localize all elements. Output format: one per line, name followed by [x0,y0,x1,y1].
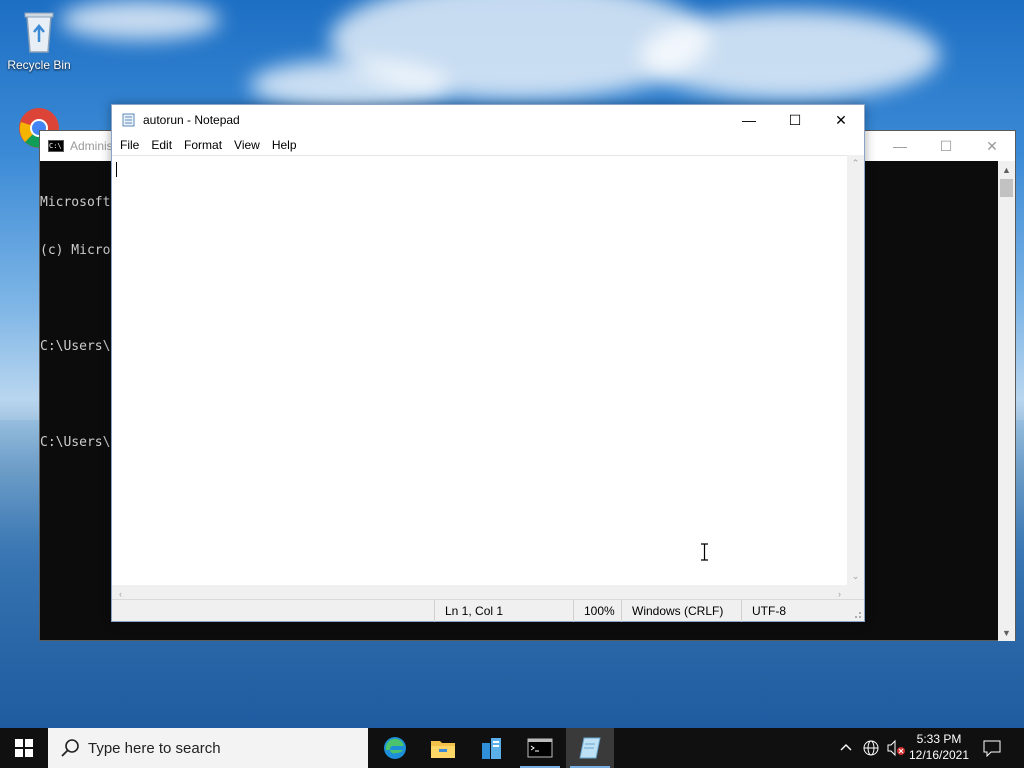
taskbar-command-prompt[interactable] [516,728,564,768]
notification-icon [983,740,1001,757]
desktop-icon-label: Recycle Bin [7,58,71,72]
taskbar-clock[interactable]: 5:33 PM 12/16/2021 [905,731,973,763]
wallpaper-cloud [640,10,940,100]
notepad-close-button[interactable]: ✕ [818,105,864,135]
menu-edit[interactable]: Edit [145,138,178,152]
clock-date: 12/16/2021 [908,748,970,762]
notepad-icon [579,737,601,759]
status-line-ending: Windows (CRLF) [621,600,741,622]
volume-muted-icon[interactable] [886,739,906,757]
wallpaper-cloud [250,60,450,110]
cmd-minimize-button[interactable]: — [877,131,923,161]
text-caret [116,162,117,177]
menu-format[interactable]: Format [178,138,228,152]
notepad-vertical-scrollbar[interactable]: ⌃ ⌄ [847,155,864,585]
start-button[interactable] [0,728,48,768]
recycle-bin-icon [24,12,54,53]
notepad-menu-bar: File Edit Format View Help [112,135,864,155]
status-cursor-position: Ln 1, Col 1 [434,600,574,622]
notepad-text-area[interactable] [112,155,848,585]
notepad-icon [122,113,135,127]
notepad-minimize-button[interactable]: — [726,105,772,135]
menu-help[interactable]: Help [266,138,303,152]
clock-time: 5:33 PM [916,732,962,746]
cmd-vertical-scrollbar[interactable]: ▲ ▼ [998,161,1015,641]
file-explorer-icon [431,741,455,758]
status-encoding: UTF-8 [741,600,846,622]
taskbar-server-manager[interactable] [468,728,516,768]
taskbar-search-box[interactable]: Type here to search [48,728,368,768]
cmd-maximize-button[interactable]: ☐ [923,131,969,161]
scroll-down-arrow-icon[interactable]: ▼ [998,624,1015,641]
notepad-maximize-button[interactable]: ☐ [772,105,818,135]
resize-grip-icon[interactable] [852,609,862,619]
taskbar-notepad[interactable] [566,728,614,768]
scroll-down-arrow-icon[interactable]: ⌄ [847,568,864,585]
command-prompt-icon: C:\ [48,140,64,152]
taskbar-edge[interactable] [371,728,419,768]
server-manager-icon [482,738,501,759]
show-hidden-icons-chevron-icon[interactable] [838,740,854,756]
notepad-window[interactable]: autorun - Notepad — ☐ ✕ File Edit Format… [111,104,865,622]
menu-file[interactable]: File [114,138,145,152]
ibeam-cursor-icon [701,543,708,561]
cmd-window-title: Adminis [70,139,113,153]
cmd-scroll-thumb[interactable] [1000,179,1013,197]
taskbar-file-explorer[interactable] [419,728,467,768]
cmd-close-button[interactable]: ✕ [969,131,1015,161]
edge-icon [384,737,406,759]
windows-logo-icon [15,739,33,757]
search-placeholder: Type here to search [88,739,221,757]
status-zoom: 100% [573,600,626,622]
notepad-status-bar: Ln 1, Col 1 100% Windows (CRLF) UTF-8 [112,599,864,622]
menu-view[interactable]: View [228,138,266,152]
search-icon [61,739,79,757]
network-globe-icon[interactable] [862,739,880,757]
system-tray [838,728,906,768]
command-prompt-icon [527,738,553,758]
scroll-up-arrow-icon[interactable]: ⌃ [847,155,864,172]
scroll-up-arrow-icon[interactable]: ▲ [998,161,1015,178]
notepad-window-title: autorun - Notepad [143,113,240,127]
desktop-icon-recycle-bin[interactable]: Recycle Bin [1,10,77,72]
wallpaper-cloud [60,0,220,40]
action-center-button[interactable] [977,728,1007,768]
